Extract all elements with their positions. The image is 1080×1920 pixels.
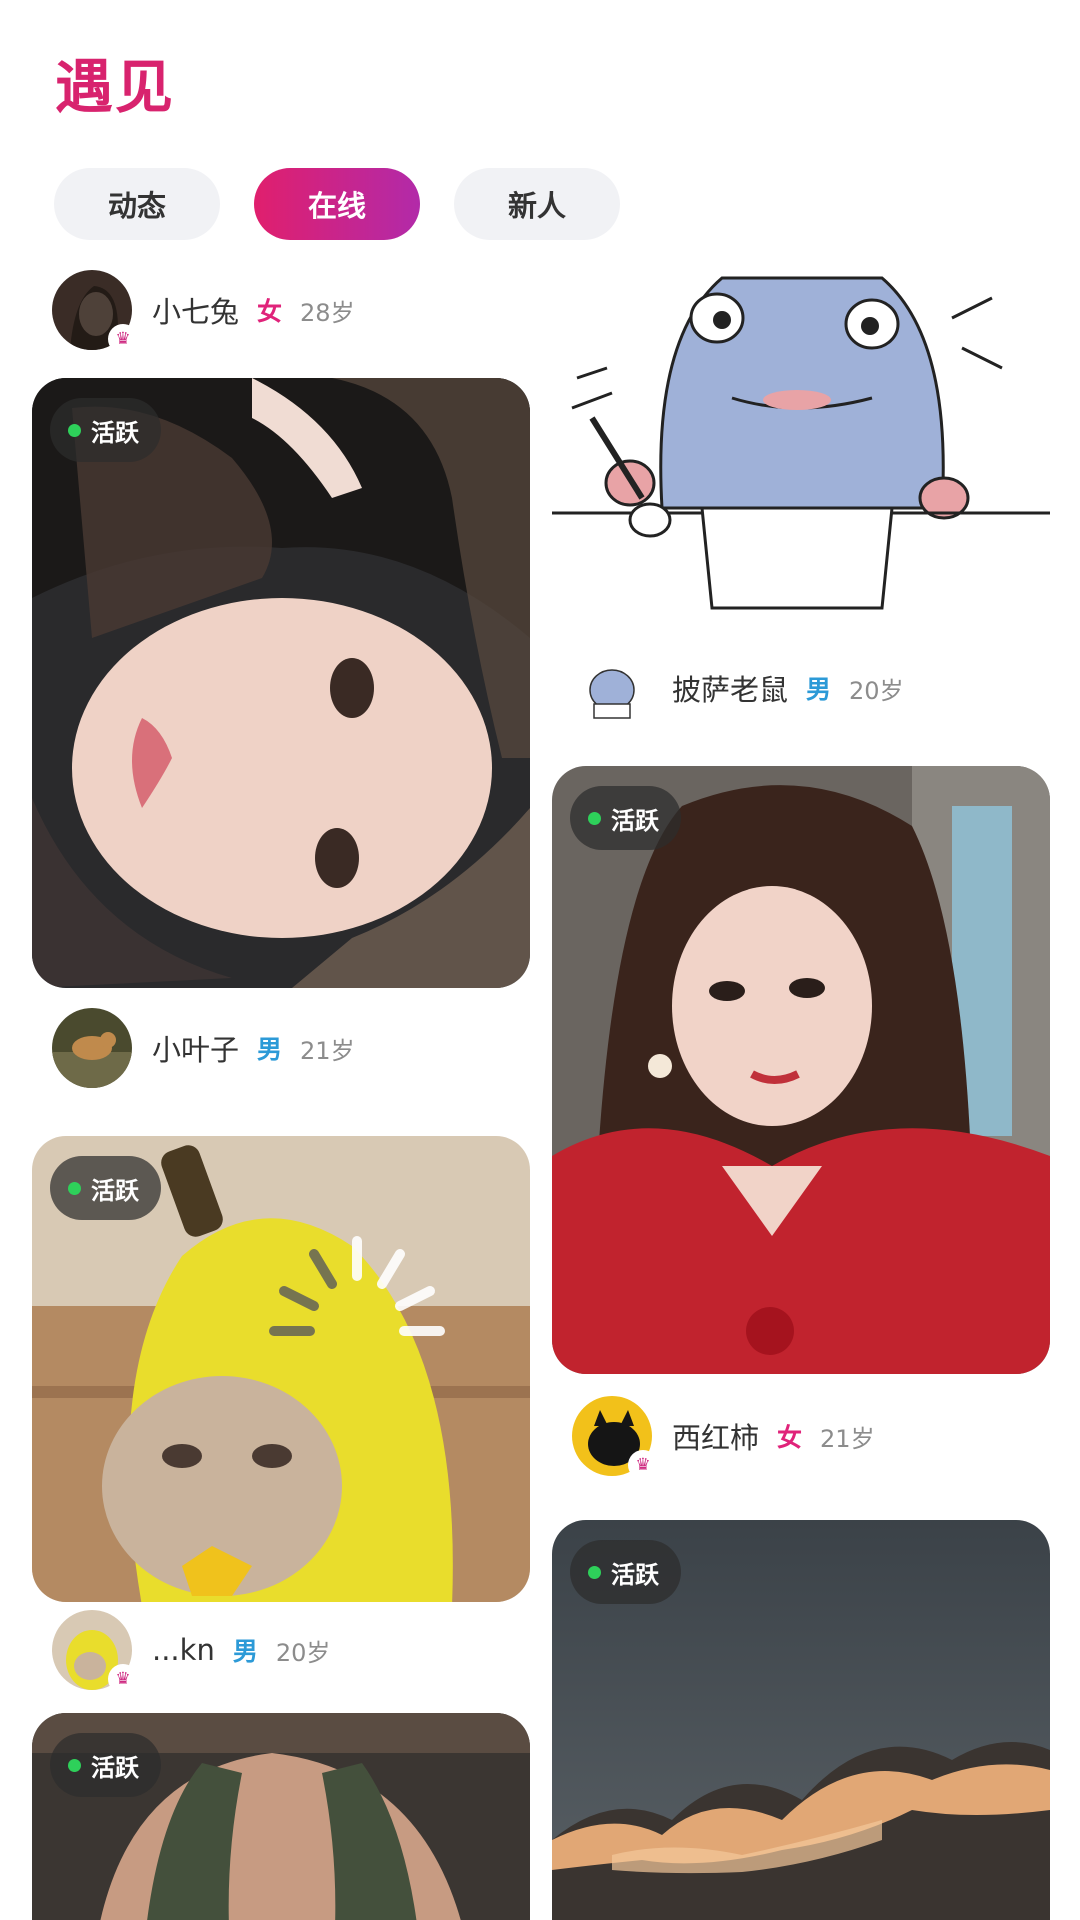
username: 小七兔	[152, 295, 240, 329]
username: 小叶子	[152, 1033, 240, 1067]
username: 西红柿	[672, 1421, 760, 1455]
gender-label: 男	[806, 675, 832, 704]
status-label: 活跃	[91, 1753, 139, 1782]
gender-label: 男	[257, 1035, 283, 1064]
page: 遇见 动态 在线 新人 ♛ 小七兔 女 28岁 活跃 小叶子 男 21岁 活跃 …	[0, 0, 1080, 1920]
user-info-row[interactable]: ♛ ...kn 男 20岁	[52, 1610, 331, 1694]
gender-label: 女	[257, 297, 283, 326]
avatar[interactable]	[572, 648, 652, 728]
user-info-row[interactable]: 小叶子 男 21岁	[52, 1008, 355, 1088]
user-info-row[interactable]: 披萨老鼠 男 20岁	[572, 648, 904, 728]
username: ...kn	[152, 1633, 215, 1667]
user-feed[interactable]: ♛ 小七兔 女 28岁 活跃 小叶子 男 21岁 活跃 ♛ ...kn 男 20…	[0, 258, 1080, 1920]
online-dot-icon	[68, 423, 81, 437]
age-label: 20岁	[849, 676, 904, 705]
tab-new[interactable]: 新人	[454, 168, 620, 240]
status-label: 活跃	[91, 1176, 139, 1205]
user-card[interactable]: 活跃	[552, 766, 1050, 1374]
tab-dynamic[interactable]: 动态	[54, 168, 220, 240]
user-card[interactable]	[552, 258, 1050, 620]
user-card[interactable]: 活跃	[552, 1520, 1050, 1920]
online-dot-icon	[588, 811, 601, 825]
user-photo	[32, 378, 530, 988]
user-photo	[552, 258, 1050, 620]
user-card[interactable]: 活跃	[32, 378, 530, 988]
age-label: 20岁	[275, 1638, 331, 1667]
user-card[interactable]: 活跃	[32, 1713, 530, 1920]
user-photo	[552, 766, 1050, 1374]
status-label: 活跃	[91, 418, 139, 447]
crown-icon: ♛	[108, 1664, 138, 1694]
online-dot-icon	[588, 1565, 601, 1579]
online-dot-icon	[68, 1181, 81, 1195]
age-label: 28岁	[300, 298, 355, 327]
crown-icon: ♛	[108, 324, 138, 354]
page-title: 遇见	[55, 53, 176, 121]
age-label: 21岁	[820, 1424, 875, 1453]
online-dot-icon	[68, 1758, 81, 1772]
status-label: 活跃	[611, 1560, 659, 1589]
username: 披萨老鼠	[672, 673, 789, 707]
age-label: 21岁	[300, 1036, 355, 1065]
user-info-row[interactable]: ♛ 西红柿 女 21岁	[572, 1396, 875, 1480]
avatar[interactable]	[52, 1008, 132, 1088]
status-badge: 活跃	[570, 1540, 681, 1604]
user-card[interactable]: 活跃	[32, 1136, 530, 1602]
crown-icon: ♛	[628, 1450, 658, 1480]
tab-online[interactable]: 在线	[254, 168, 420, 240]
status-badge: 活跃	[50, 1733, 161, 1797]
status-badge: 活跃	[50, 398, 161, 462]
status-badge: 活跃	[570, 786, 681, 850]
gender-label: 男	[232, 1637, 258, 1666]
user-info-row[interactable]: ♛ 小七兔 女 28岁	[52, 270, 355, 354]
status-badge: 活跃	[50, 1156, 161, 1220]
tab-bar: 动态 在线 新人	[54, 168, 620, 240]
status-label: 活跃	[611, 806, 659, 835]
gender-label: 女	[777, 1423, 803, 1452]
